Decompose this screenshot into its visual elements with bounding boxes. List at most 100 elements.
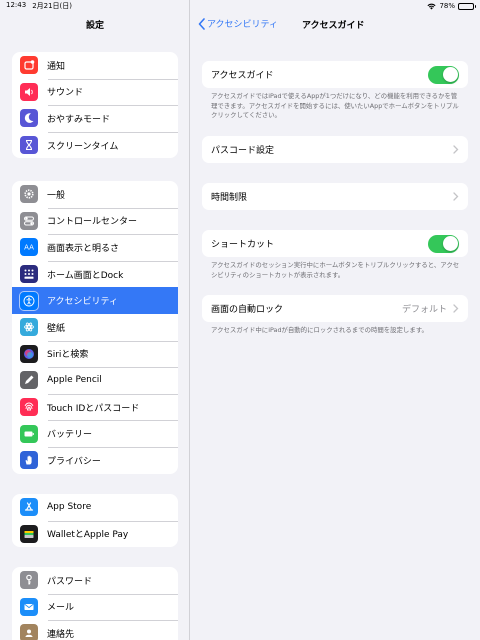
sidebar-item-label: Touch IDとパスコード bbox=[47, 403, 140, 414]
battery-icon bbox=[458, 2, 476, 10]
sidebar-item[interactable]: 連絡先 bbox=[12, 620, 178, 640]
sidebar-item[interactable]: ホーム画面とDock bbox=[12, 260, 178, 288]
sidebar-item-label: 連絡先 bbox=[47, 629, 75, 640]
guided-access-row: アクセスガイド bbox=[202, 61, 468, 88]
wallpaper-icon bbox=[20, 318, 38, 337]
navigation-bar: アクセシビリティ アクセスガイド bbox=[191, 17, 480, 33]
sidebar-item[interactable]: AA 画面表示と明るさ bbox=[12, 234, 178, 261]
sidebar-item-label: スクリーンタイム bbox=[47, 141, 119, 152]
sidebar-item-label: パスワード bbox=[47, 576, 93, 587]
sidebar-item-label: 一般 bbox=[47, 190, 66, 201]
app-store-icon bbox=[20, 498, 38, 517]
chevron-left-icon bbox=[198, 17, 205, 30]
sidebar-item[interactable]: バッテリー bbox=[12, 420, 178, 447]
sidebar-item[interactable]: Apple Pencil bbox=[12, 367, 178, 394]
back-button[interactable]: アクセシビリティ bbox=[198, 17, 278, 30]
key-icon bbox=[20, 571, 38, 590]
settings-sidebar: 設定 通知サウンドおやすみモード スクリーンタイム 一般コントロールセンター AA 画面… bbox=[0, 0, 190, 640]
auto-lock-row[interactable]: 画面の自動ロック デフォルト bbox=[202, 295, 468, 322]
sidebar-item-label: メール bbox=[47, 603, 75, 614]
fingerprint-icon bbox=[20, 398, 38, 417]
sidebar-item[interactable]: おやすみモード bbox=[12, 105, 178, 132]
back-label: アクセシビリティ bbox=[207, 20, 279, 30]
page-title: アクセスガイド bbox=[302, 21, 365, 31]
sidebar-item[interactable]: WalletとApple Pay bbox=[12, 520, 178, 548]
home-grid-icon bbox=[20, 265, 38, 284]
wifi-icon bbox=[427, 3, 436, 9]
sidebar-item-label: 画面表示と明るさ bbox=[47, 243, 120, 254]
status-time: 12:43 bbox=[6, 1, 27, 9]
auto-lock-note: アクセスガイド中にiPadが自動的にロックされるまでの時間を設定します。 bbox=[211, 326, 428, 334]
sidebar-item-label: 壁紙 bbox=[47, 323, 66, 334]
settings-group: パスワードメール連絡先 bbox=[12, 567, 178, 640]
mail-icon bbox=[20, 597, 38, 616]
sidebar-item[interactable]: Siriと検索 bbox=[12, 340, 178, 368]
sidebar-item-label: アクセシビリティ bbox=[47, 297, 119, 308]
display-icon: AA bbox=[20, 238, 38, 257]
sidebar-item[interactable]: メール bbox=[12, 593, 178, 621]
sidebar-item-label: Apple Pencil bbox=[47, 375, 102, 386]
sidebar-item[interactable]: 壁紙 bbox=[12, 314, 178, 341]
sidebar-item-label: おやすみモード bbox=[47, 114, 111, 125]
chevron-right-icon bbox=[453, 192, 459, 201]
shortcut-toggle[interactable] bbox=[428, 234, 459, 253]
wallet-icon bbox=[20, 524, 38, 543]
sidebar-item[interactable]: Touch IDとパスコード bbox=[12, 393, 178, 421]
sound-icon bbox=[20, 82, 38, 101]
settings-group: 一般コントロールセンター AA 画面表示と明るさ ホーム画面とDock アクセシビリティ… bbox=[12, 181, 178, 474]
guided-access-label: アクセスガイド bbox=[211, 71, 274, 81]
gear-icon bbox=[20, 185, 38, 204]
contacts-icon bbox=[20, 624, 38, 640]
passcode-settings-row[interactable]: パスコード設定 bbox=[202, 136, 468, 163]
auto-lock-value: デフォルト bbox=[401, 305, 447, 315]
sidebar-item-label: Siriと検索 bbox=[47, 350, 89, 361]
chevron-right-icon bbox=[453, 304, 459, 313]
hand-icon bbox=[20, 451, 38, 470]
sidebar-item[interactable]: コントロールセンター bbox=[12, 207, 178, 235]
settings-group: App Store WalletとApple Pay bbox=[12, 494, 178, 548]
sidebar-item-label: WalletとApple Pay bbox=[47, 530, 129, 541]
auto-lock-label: 画面の自動ロック bbox=[211, 305, 284, 315]
sidebar-item[interactable]: App Store bbox=[12, 494, 178, 521]
sidebar-item[interactable]: サウンド bbox=[12, 78, 178, 106]
guided-access-note: アクセスガイドではiPadで使えるAppが1つだけになり、どの機能を利用できるか… bbox=[211, 92, 459, 120]
shortcut-note: アクセスガイドのセッション実行中にホームボタンをトリプルクリックすると、アクセシ… bbox=[211, 261, 460, 279]
moon-icon bbox=[20, 109, 38, 128]
guided-access-toggle[interactable] bbox=[428, 65, 459, 84]
shortcut-label: ショートカット bbox=[211, 240, 275, 250]
battery-percent: 78% bbox=[439, 2, 455, 10]
sidebar-item[interactable]: アクセシビリティ bbox=[12, 287, 178, 314]
hourglass-icon bbox=[20, 136, 38, 155]
sidebar-item[interactable]: スクリーンタイム bbox=[12, 131, 178, 159]
sidebar-item[interactable]: 通知 bbox=[12, 52, 178, 79]
sidebar-item-label: ホーム画面とDock bbox=[47, 270, 124, 281]
sidebar-item-label: App Store bbox=[47, 502, 92, 513]
passcode-settings-label: パスコード設定 bbox=[211, 146, 275, 156]
settings-group: 通知サウンドおやすみモード スクリーンタイム bbox=[12, 52, 178, 159]
sidebar-item[interactable]: パスワード bbox=[12, 567, 178, 594]
sidebar-item-label: コントロールセンター bbox=[47, 217, 138, 228]
switches-icon bbox=[20, 211, 38, 230]
time-limits-row[interactable]: 時間制限 bbox=[202, 183, 468, 210]
sidebar-title: 設定 bbox=[85, 21, 104, 31]
status-date: 2月21日(日) bbox=[32, 2, 73, 10]
shortcut-row: ショートカット bbox=[202, 230, 468, 257]
notifications-icon bbox=[20, 56, 38, 75]
sidebar-item[interactable]: プライバシー bbox=[12, 446, 178, 474]
status-bar: 12:43 2月21日(日) 78% bbox=[0, 0, 480, 12]
sidebar-item-label: 通知 bbox=[47, 61, 66, 72]
siri-icon bbox=[20, 344, 38, 363]
accessibility-icon bbox=[19, 290, 39, 311]
sidebar-item-label: プライバシー bbox=[47, 456, 101, 467]
detail-pane: アクセシビリティ アクセスガイド アクセスガイド アクセスガイドではiPadで使… bbox=[191, 0, 480, 640]
svg-text:AA: AA bbox=[24, 244, 34, 252]
battery-icon bbox=[20, 424, 38, 443]
toggle-knob bbox=[442, 236, 458, 251]
chevron-right-icon bbox=[453, 145, 459, 154]
toggle-knob bbox=[442, 67, 458, 82]
time-limits-label: 時間制限 bbox=[211, 193, 248, 203]
sidebar-item[interactable]: 一般 bbox=[12, 181, 178, 208]
sidebar-item-label: バッテリー bbox=[47, 430, 93, 441]
pencil-icon bbox=[20, 371, 38, 390]
sidebar-item-label: サウンド bbox=[47, 88, 84, 99]
